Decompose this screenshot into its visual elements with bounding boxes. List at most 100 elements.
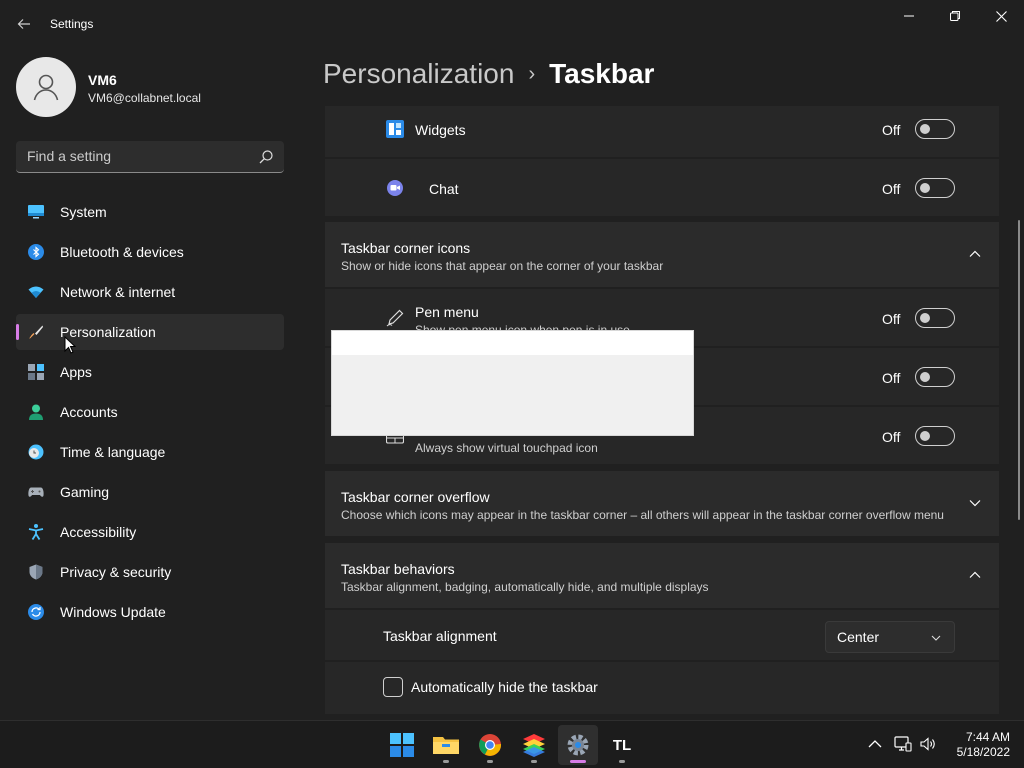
nav-label: Network & internet [60,284,176,300]
corner-overflow-title: Taskbar corner overflow [341,489,490,505]
nav-item-accessibility[interactable]: Accessibility [16,514,284,550]
volume-icon[interactable] [919,735,937,753]
alignment-label: Taskbar alignment [383,628,497,644]
nav-label: System [60,204,107,220]
corner-overflow-header[interactable]: Taskbar corner overflow Choose which ico… [325,471,999,536]
behaviors-title: Taskbar behaviors [341,561,455,577]
chat-icon [387,180,403,196]
corner-icons-title: Taskbar corner icons [341,240,471,256]
corner-icons-header[interactable]: Taskbar corner icons Show or hide icons … [325,222,999,287]
nav-item-privacy-security[interactable]: Privacy & security [16,554,284,590]
start-button[interactable] [382,725,422,765]
tl-app-button[interactable]: TL [602,725,642,765]
auto-hide-label: Automatically hide the taskbar [411,679,598,695]
nav-item-apps[interactable]: Apps [16,354,284,390]
nav-item-gaming[interactable]: Gaming [16,474,284,510]
nav-label: Accessibility [60,524,137,540]
behaviors-description: Taskbar alignment, badging, automaticall… [341,580,709,594]
system-clock[interactable]: 7:44 AM 5/18/2022 [940,730,1010,760]
title-bar: Settings [0,0,1024,48]
minimize-icon [904,15,914,17]
settings-icon [567,734,589,756]
virtual-touchpad-description: Always show virtual touchpad icon [415,441,598,455]
nav-item-time-language[interactable]: Time & language [16,434,284,470]
auto-hide-row[interactable]: Automatically hide the taskbar [325,662,999,714]
chevron-up-icon[interactable] [967,246,983,262]
auto-hide-checkbox[interactable] [383,677,403,697]
behaviors-header[interactable]: Taskbar behaviors Taskbar alignment, bad… [325,543,999,608]
alignment-dropdown[interactable]: Center [825,621,955,653]
scrollbar[interactable] [1018,220,1020,520]
nav-item-network[interactable]: Network & internet [16,274,284,310]
nav-item-accounts[interactable]: Accounts [16,394,284,430]
back-arrow-icon [17,19,30,29]
running-indicator [570,760,586,763]
chat-row[interactable]: Chat Off [325,159,999,216]
app-title: Settings [50,17,94,31]
search-input[interactable] [16,141,252,171]
file-explorer-icon [433,737,459,754]
accounts-icon [29,404,43,420]
accessibility-icon [28,524,44,540]
network-icon[interactable] [894,735,912,753]
update-icon [28,604,44,620]
clock-time: 7:44 AM [965,730,1010,744]
avatar [16,57,76,117]
virtual-touchpad-toggle[interactable] [915,426,955,446]
chevron-up-icon[interactable] [866,735,884,753]
chevron-down-icon [931,635,941,641]
corner-overflow-description: Choose which icons may appear in the tas… [341,508,944,522]
system-taskbar: TL 7:44 AM 5/18/2022 [0,720,1024,768]
chat-toggle-state: Off [882,181,901,197]
back-button[interactable] [12,10,36,38]
close-icon [995,10,1007,22]
nav-label: Apps [60,364,92,380]
chrome-icon [479,734,502,756]
touch-keyboard-toggle[interactable] [915,367,955,387]
file-explorer-button[interactable] [426,725,466,765]
nav-label: Privacy & security [60,564,172,580]
widgets-toggle[interactable] [915,119,955,139]
pen-icon [386,309,404,327]
maximize-button[interactable] [932,0,978,32]
chat-toggle[interactable] [915,178,955,198]
minimize-button[interactable] [886,0,932,32]
nav-label: Time & language [60,444,166,460]
bluestacks-button[interactable] [514,725,554,765]
widgets-row[interactable]: Widgets Off [325,106,999,157]
chevron-down-icon[interactable] [967,495,983,511]
search-box[interactable] [16,141,284,173]
gamepad-icon [28,487,44,497]
nav-item-system[interactable]: System [16,194,284,230]
nav-menu: System Bluetooth & devices Network & int… [16,194,284,634]
settings-button[interactable] [558,725,598,765]
pen-menu-toggle[interactable] [915,308,955,328]
chrome-button[interactable] [470,725,510,765]
running-indicator [443,760,449,763]
nav-item-bluetooth[interactable]: Bluetooth & devices [16,234,284,270]
breadcrumb-parent[interactable]: Personalization [323,58,514,89]
maximize-icon [950,11,960,21]
overlay-popup-header [332,331,693,355]
bluestacks-icon [523,734,545,757]
mouse-cursor-icon [64,336,76,354]
nav-item-personalization[interactable]: Personalization [16,314,284,350]
tl-app-icon: TL [612,736,632,754]
running-indicator [619,760,625,763]
breadcrumb-separator: › [528,63,536,85]
chevron-up-icon[interactable] [967,567,983,583]
user-name: VM6 [88,72,117,88]
breadcrumb: Personalization › Taskbar [323,58,654,90]
search-icon[interactable] [258,149,274,165]
shield-icon [29,564,43,580]
overlay-popup [331,330,694,436]
nav-item-windows-update[interactable]: Windows Update [16,594,284,630]
nav-label: Windows Update [60,604,166,620]
page-title: Taskbar [549,58,655,89]
close-button[interactable] [978,0,1024,32]
widgets-icon [386,120,404,138]
corner-icons-description: Show or hide icons that appear on the co… [341,259,664,273]
nav-label: Accounts [60,404,118,420]
widgets-label: Widgets [415,122,466,138]
system-icon [28,205,44,219]
